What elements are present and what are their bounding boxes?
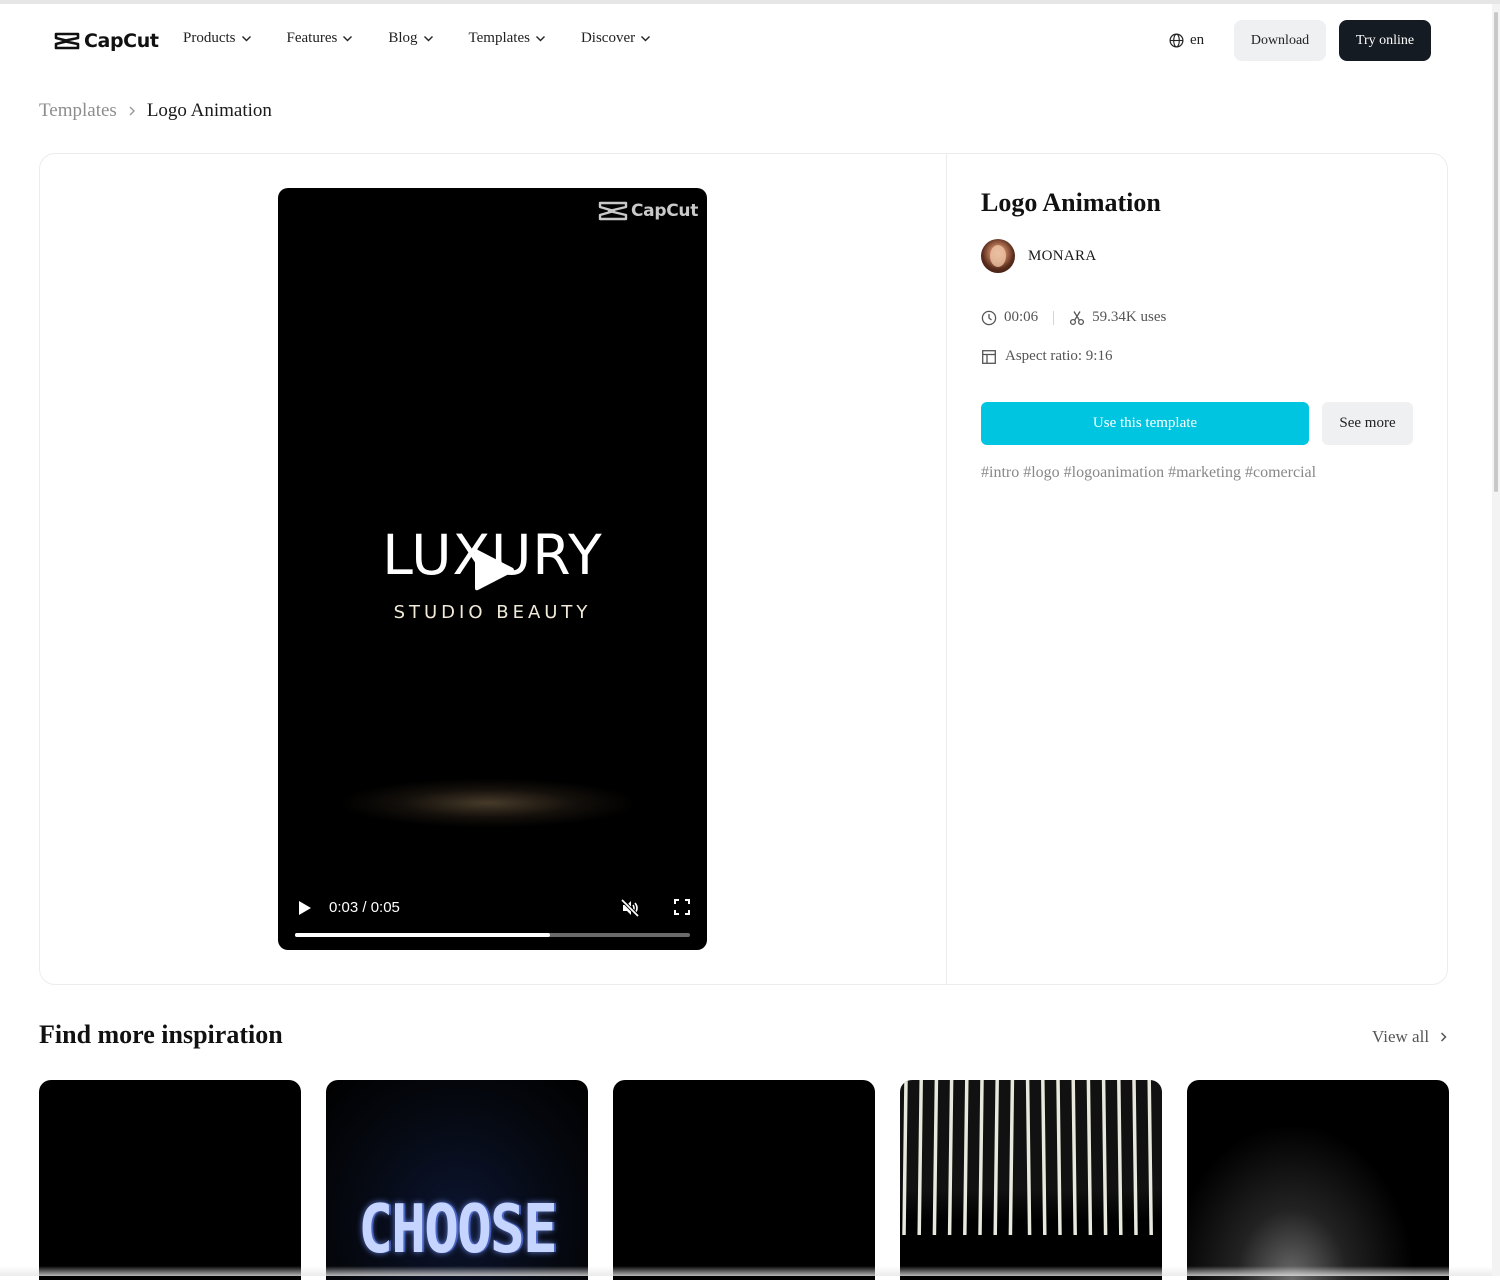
light-stripe (963, 1080, 969, 1236)
light-stripe (1041, 1080, 1047, 1236)
light-stripe (932, 1080, 939, 1236)
card-divider (946, 153, 947, 985)
chevron-down-icon (535, 36, 545, 42)
inspiration-thumbnail-2[interactable]: CHOOSE (326, 1080, 588, 1280)
video-glow (338, 778, 638, 828)
tag-link[interactable]: #marketing (1168, 464, 1241, 482)
tag-link[interactable]: #logoanimation (1064, 464, 1164, 482)
thumbnail-text: CHOOSE (358, 1189, 558, 1269)
capcut-logo[interactable]: CapCut (54, 28, 159, 54)
menu-label: Discover (580, 30, 636, 46)
layout-icon (982, 349, 996, 364)
menu-blog[interactable]: Blog (388, 30, 433, 47)
author-info[interactable]: MONARA (981, 239, 1096, 273)
menu-discover[interactable]: Discover (581, 30, 651, 47)
breadcrumb: Templates Logo Animation (39, 100, 272, 122)
light-stripe (1117, 1080, 1123, 1236)
light-stripe (1056, 1080, 1062, 1236)
menu-label: Products (183, 30, 236, 46)
play-icon[interactable] (298, 900, 312, 916)
view-all-link[interactable]: View all (1372, 1027, 1448, 1047)
bottom-edge (0, 1266, 1492, 1276)
template-uses: 59.34K uses (1092, 309, 1167, 325)
download-button[interactable]: Download (1234, 20, 1326, 61)
fullscreen-icon[interactable] (674, 899, 690, 915)
capcut-watermark-icon (598, 201, 628, 221)
try-online-button[interactable]: Try online (1339, 20, 1431, 61)
light-stripe (978, 1080, 984, 1236)
inspiration-thumbnail-1[interactable] (39, 1080, 301, 1280)
menu-label: Blog (388, 30, 418, 46)
video-progress-bar[interactable] (295, 933, 690, 937)
template-stats: 00:06 59.34K uses (981, 309, 1166, 326)
inspiration-thumbnail-5[interactable] (1187, 1080, 1449, 1280)
video-subline: STUDIO BEAUTY (393, 602, 592, 623)
top-navigation: CapCut Products Features Blog Templates … (0, 4, 1492, 78)
use-template-button[interactable]: Use this template (981, 402, 1309, 445)
video-time: 0:03 / 0:05 (329, 899, 400, 916)
chevron-down-icon (241, 36, 251, 42)
capcut-logo-icon (54, 32, 80, 50)
breadcrumb-templates-link[interactable]: Templates (39, 100, 117, 122)
main-menu: Products Features Blog Templates Discove… (183, 30, 686, 47)
template-title: Logo Animation (981, 188, 1161, 217)
light-stripe (1086, 1080, 1093, 1236)
scissors-icon (1070, 310, 1085, 325)
breadcrumb-current: Logo Animation (146, 100, 272, 121)
inspiration-thumbnail-3[interactable] (613, 1080, 875, 1280)
menu-products[interactable]: Products (183, 30, 252, 47)
light-stripe (947, 1080, 954, 1236)
clock-icon (981, 310, 997, 325)
menu-label: Features (286, 30, 338, 46)
video-controls: 0:03 / 0:05 (278, 888, 707, 950)
play-overlay-icon[interactable] (471, 545, 517, 595)
watermark-text: CapCut (631, 201, 699, 221)
light-stripe (917, 1080, 923, 1236)
see-more-button[interactable]: See more (1322, 402, 1413, 445)
menu-templates[interactable]: Templates (469, 30, 546, 47)
menu-label: Templates (468, 30, 530, 46)
language-selector[interactable]: en (1169, 32, 1204, 49)
light-stripe (1008, 1080, 1015, 1236)
chevron-down-icon (423, 36, 433, 42)
view-all-label: View all (1372, 1027, 1430, 1046)
tag-link[interactable]: #logo (1023, 464, 1059, 482)
template-detail-card (39, 153, 1448, 985)
video-progress-fill (295, 933, 550, 937)
template-aspect: Aspect ratio: 9:16 (981, 348, 1112, 365)
chevron-down-icon (641, 36, 651, 42)
light-stripe (1101, 1080, 1108, 1236)
author-avatar[interactable] (981, 239, 1015, 273)
light-stripes-graphic (902, 1080, 1153, 1236)
scrollbar-thumb[interactable] (1494, 12, 1498, 492)
page-scrollbar[interactable] (1492, 4, 1500, 1276)
chevron-right-icon (1441, 1032, 1447, 1042)
aspect-ratio-text: Aspect ratio: 9:16 (1005, 348, 1113, 364)
stat-separator (1053, 310, 1055, 325)
brand-name: CapCut (84, 30, 159, 52)
globe-icon (1169, 33, 1184, 48)
tag-link[interactable]: #intro (981, 464, 1019, 482)
light-stripe (1132, 1080, 1138, 1236)
video-watermark: CapCut (598, 200, 698, 222)
menu-features[interactable]: Features (287, 30, 354, 47)
tag-link[interactable]: #comercial (1245, 464, 1316, 482)
light-stripe (993, 1080, 999, 1236)
muted-speaker-icon[interactable] (620, 898, 640, 918)
language-label: en (1190, 32, 1205, 48)
light-stripe (1071, 1080, 1077, 1236)
template-tags: #intro #logo #logoanimation #marketing #… (981, 464, 1316, 482)
inspiration-heading: Find more inspiration (39, 1020, 283, 1049)
chevron-down-icon (343, 36, 353, 42)
template-duration: 00:06 (1004, 309, 1039, 325)
chevron-right-icon (129, 106, 135, 116)
author-name[interactable]: MONARA (1028, 248, 1096, 265)
light-stripe (902, 1080, 908, 1236)
template-video-player[interactable]: CapCut LUXURY STUDIO BEAUTY 0:03 / 0:05 (278, 188, 707, 950)
light-stripe (1147, 1080, 1153, 1236)
light-stripe (1025, 1080, 1032, 1236)
inspiration-thumbnail-4[interactable] (900, 1080, 1162, 1280)
